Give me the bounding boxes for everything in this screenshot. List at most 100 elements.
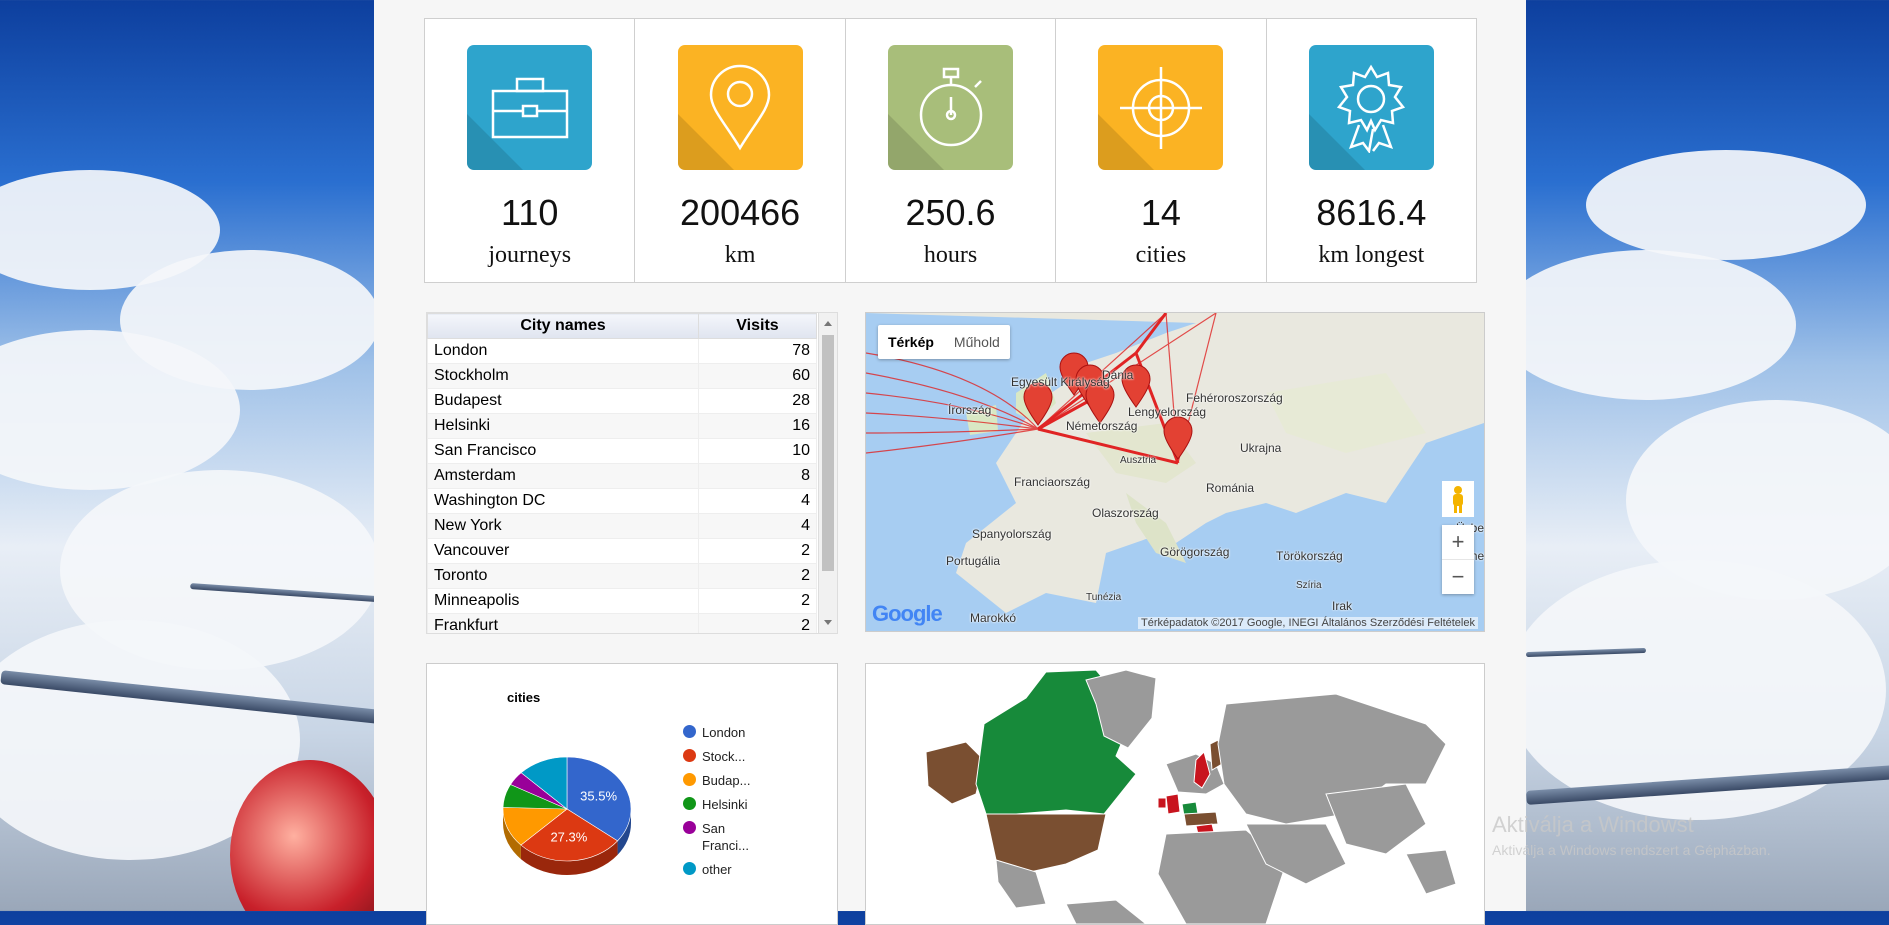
crosshair-icon [1098, 45, 1224, 170]
background-sky-right [1526, 0, 1889, 911]
stat-value: 110 [501, 192, 559, 233]
zoom-control: + − [1442, 525, 1474, 594]
table-row[interactable]: Washington DC 4 [427, 488, 817, 514]
table-row[interactable]: New York 4 [427, 513, 817, 539]
stopwatch-icon [888, 45, 1014, 170]
visits-cell: 8 [698, 463, 817, 489]
city-name-cell: Stockholm [427, 363, 699, 389]
table-row[interactable]: Stockholm 60 [427, 363, 817, 389]
map-label: Lengyelország [1128, 405, 1207, 419]
map-label: Portugália [946, 554, 1001, 568]
map-label: Marokkó [970, 611, 1017, 625]
legend-swatch [683, 797, 696, 810]
table-row[interactable]: San Francisco 10 [427, 438, 817, 464]
pie-slice-label: 35.5% [580, 788, 617, 803]
stat-cities: 14 cities [1055, 18, 1267, 283]
city-name-cell: Washington DC [427, 488, 699, 514]
map-label: Szíria [1296, 580, 1322, 591]
stat-km: 200466 km [634, 18, 846, 283]
visits-cell: 10 [698, 438, 817, 464]
stat-value: 14 [1140, 192, 1181, 233]
table-scrollbar[interactable] [818, 313, 837, 633]
map-canvas[interactable] [866, 313, 1484, 631]
legend-item[interactable]: San Franci... [683, 820, 762, 854]
map-region-germany [1183, 811, 1219, 827]
legend-swatch [683, 862, 696, 875]
watermark-title: Aktiválja a Windowst [1492, 812, 1694, 837]
map-label: Dánia [1102, 368, 1134, 382]
map-attribution[interactable]: Térképadatok ©2017 Google, INEGI Általán… [1137, 617, 1478, 629]
stat-label: journeys [488, 242, 572, 268]
map-label: Görögország [1160, 545, 1230, 559]
city-pie-chart: cities 35.5% 27.3% London Stock... Budap...… [426, 663, 838, 925]
stats-row: 110 journeys 200466 km 250.6 hours 14 ci… [424, 18, 1478, 283]
map-label: Egyesült Királyság [1011, 375, 1110, 389]
scroll-up-icon[interactable] [824, 321, 832, 326]
legend-swatch [683, 773, 696, 786]
map-type-muhold-button[interactable]: Műhold [944, 325, 1010, 359]
table-row[interactable]: Amsterdam 8 [427, 463, 817, 489]
map-region-uk [1165, 793, 1181, 815]
scroll-thumb[interactable] [822, 335, 834, 571]
legend-item[interactable]: Budap... [683, 772, 762, 789]
award-ribbon-icon [1308, 45, 1434, 170]
stat-label: km [724, 242, 756, 268]
visits-cell: 60 [698, 363, 817, 389]
legend-item[interactable]: other [683, 861, 762, 878]
city-name-cell: Frankfurt [427, 613, 699, 633]
watermark-subtitle: Aktiválja a Windows rendszert a Gépházba… [1492, 842, 1771, 858]
stat-km-longest: 8616.4 km longest [1265, 18, 1478, 283]
visits-cell: 2 [698, 563, 817, 589]
map-type-terkep-button[interactable]: Térkép [878, 325, 944, 359]
street-view-pegman-icon[interactable] [1442, 481, 1474, 522]
stat-label: km longest [1318, 242, 1425, 268]
legend-item[interactable]: Stock... [683, 748, 762, 765]
map-label: Írország [948, 403, 992, 417]
city-table-panel[interactable]: City names Visits London 78 Stockholm 60 Bud… [426, 312, 838, 634]
map-pin-icon [677, 45, 803, 170]
city-name-cell: London [427, 338, 699, 364]
stat-value: 250.6 [905, 192, 996, 233]
legend-item[interactable]: Helsinki [683, 796, 762, 813]
map-label: Olaszország [1092, 506, 1159, 520]
zoom-in-button[interactable]: + [1442, 525, 1474, 559]
pie-legend: London Stock... Budap... Helsinki San Franci… [683, 724, 762, 885]
stat-label: cities [1135, 242, 1187, 268]
scroll-down-icon[interactable] [824, 620, 832, 625]
visited-countries-geochart [865, 663, 1485, 925]
table-row[interactable]: Vancouver 2 [427, 538, 817, 564]
map-type-control: Térkép Műhold [878, 325, 1010, 359]
legend-label: London [702, 725, 746, 740]
table-row[interactable]: Toronto 2 [427, 563, 817, 589]
column-header-visits[interactable]: Visits [698, 313, 817, 339]
city-name-cell: New York [427, 513, 699, 539]
visits-cell: 2 [698, 588, 817, 614]
table-row[interactable]: Budapest 28 [427, 388, 817, 414]
map-region-alaska [925, 741, 985, 805]
legend-label: Stock... [702, 749, 746, 764]
stat-journeys: 110 journeys [424, 18, 636, 283]
city-name-cell: San Francisco [427, 438, 699, 464]
legend-label: other [702, 862, 732, 877]
table-row[interactable]: Helsinki 16 [427, 413, 817, 439]
google-logo: Google [872, 601, 943, 626]
stat-label: hours [923, 242, 978, 268]
stat-value: 200466 [680, 192, 801, 233]
map-label: Franciaország [1014, 475, 1091, 489]
zoom-out-button[interactable]: − [1442, 559, 1474, 594]
route-map[interactable]: Egyesült Királyság Dánia Írország Németo… [865, 312, 1485, 632]
table-row[interactable]: London 78 [427, 338, 817, 364]
briefcase-icon [467, 45, 593, 170]
visits-cell: 2 [698, 538, 817, 564]
map-region-ireland [1157, 797, 1167, 809]
legend-item[interactable]: London [683, 724, 762, 741]
legend-label: Helsinki [702, 797, 748, 812]
table-row[interactable]: Minneapolis 2 [427, 588, 817, 614]
stat-value: 8616.4 [1316, 192, 1427, 233]
column-header-city[interactable]: City names [427, 313, 699, 339]
map-label: Irak [1332, 599, 1353, 613]
pie-canvas: 35.5% 27.3% [502, 756, 632, 875]
table-row[interactable]: Frankfurt 2 [427, 613, 817, 633]
city-table: City names Visits London 78 Stockholm 60 Bud… [427, 313, 817, 633]
stat-hours: 250.6 hours [844, 18, 1057, 283]
